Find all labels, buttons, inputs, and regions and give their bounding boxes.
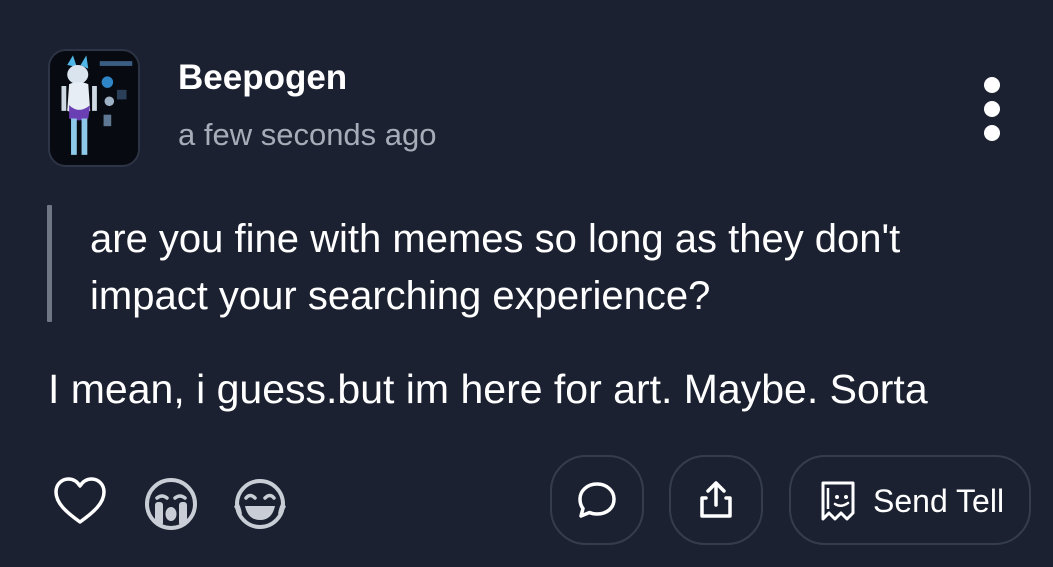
comment-button[interactable] (550, 455, 644, 545)
share-upload-icon (700, 481, 732, 518)
quoted-question: are you fine with memes so long as they … (90, 217, 901, 318)
laughing-face-icon (234, 479, 286, 529)
speech-bubble-icon (578, 482, 616, 518)
heart-outline-icon (54, 477, 106, 524)
share-button[interactable] (669, 455, 763, 545)
crying-face-icon (145, 478, 197, 530)
quote-bar (47, 205, 52, 322)
more-options-button[interactable] (970, 74, 1014, 144)
like-button[interactable] (52, 474, 108, 530)
author-name[interactable]: Beepogen (178, 58, 347, 98)
send-tell-button[interactable]: Send Tell (789, 455, 1031, 545)
laugh-reaction-button[interactable] (231, 476, 289, 532)
post-timestamp: a few seconds ago (178, 117, 437, 152)
character-art-avatar-image (50, 51, 138, 165)
cry-reaction-button[interactable] (143, 476, 199, 532)
vertical-ellipsis-icon (984, 77, 1000, 141)
avatar[interactable] (48, 49, 140, 167)
send-tell-label: Send Tell (873, 483, 1005, 519)
reply-text: I mean, i guess.but im here for art. May… (48, 366, 928, 412)
paper-note-icon (821, 481, 855, 521)
